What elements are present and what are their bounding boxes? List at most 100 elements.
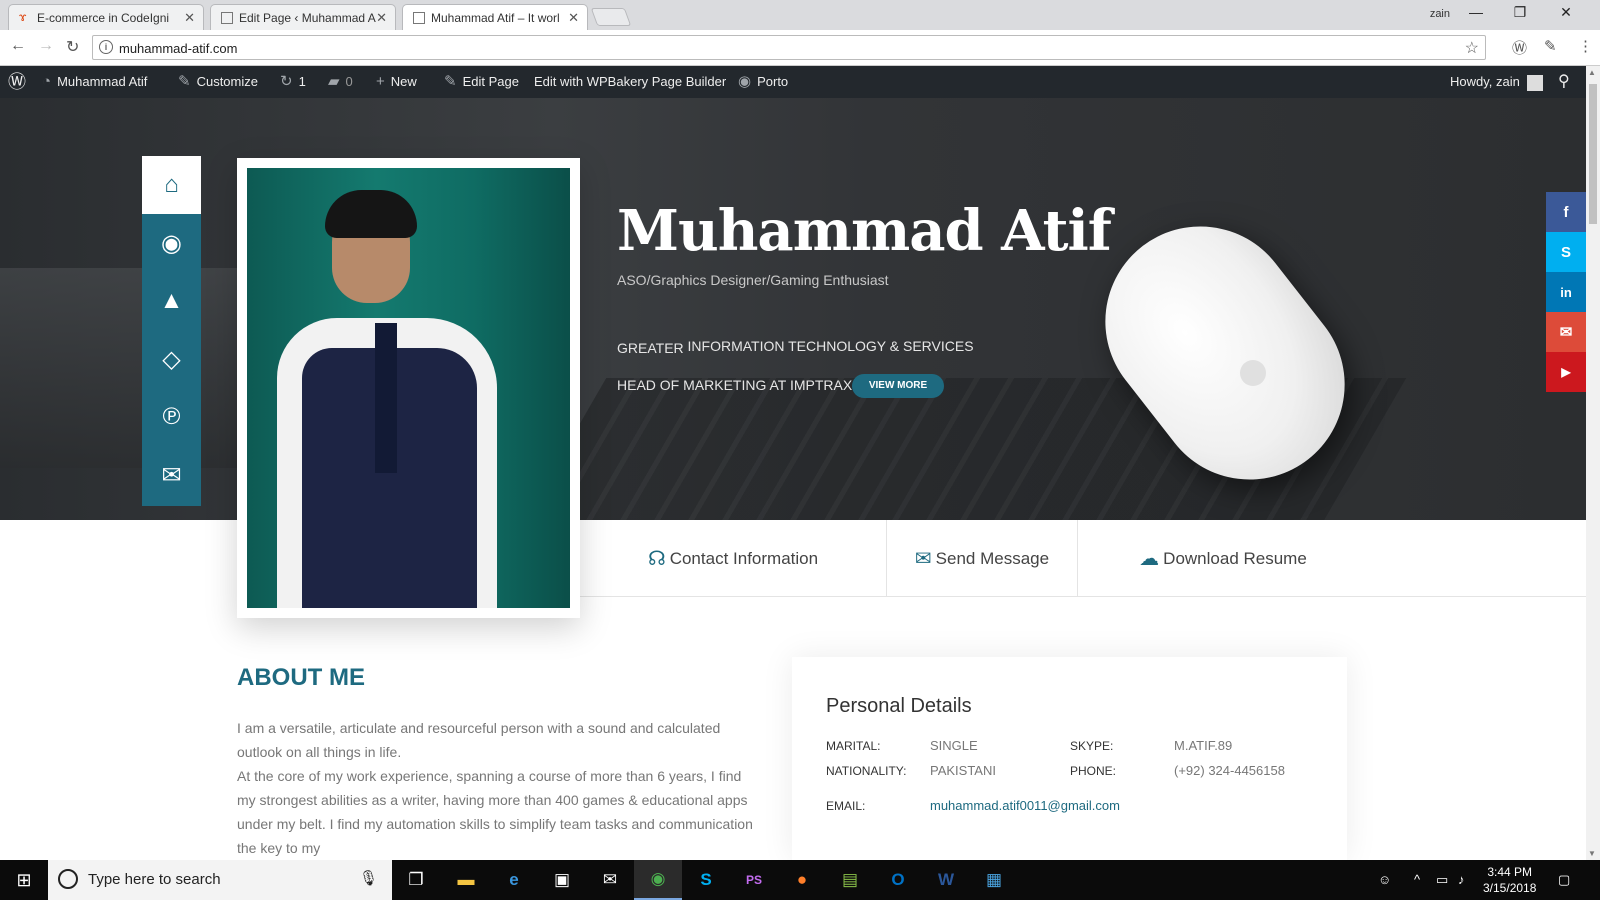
people-icon[interactable]: ☺ xyxy=(1378,872,1391,887)
pinterest-icon[interactable]: ℗ xyxy=(142,388,201,446)
file-explorer-icon[interactable]: ▬ xyxy=(442,860,490,900)
facebook-icon[interactable]: f xyxy=(1546,192,1586,232)
marital-value: SINGLE xyxy=(930,738,978,753)
close-tab-icon[interactable]: ✕ xyxy=(568,10,579,26)
pencil-icon: ✎ xyxy=(444,73,457,90)
task-view-icon[interactable]: ❐ xyxy=(392,860,440,900)
send-message-link[interactable]: ✉ Send Message xyxy=(887,520,1077,597)
phpstorm-icon[interactable]: PS xyxy=(730,860,778,900)
new-tab-button[interactable] xyxy=(590,8,632,26)
firefox-icon[interactable]: ● xyxy=(778,860,826,900)
taskbar-clock[interactable]: 3:44 PM 3/15/2018 xyxy=(1483,864,1536,896)
wordpress-logo-icon[interactable]: Ⓦ xyxy=(8,66,26,98)
browser-tab-active[interactable]: Muhammad Atif – It worl ✕ xyxy=(402,4,588,30)
home-icon[interactable]: ⌂ xyxy=(142,156,201,214)
marital-label: MARITAL: xyxy=(826,739,881,753)
site-name-link[interactable]: ◔ Muhammad Atif xyxy=(42,66,147,98)
outlook-icon[interactable]: O xyxy=(874,860,922,900)
linkedin-icon[interactable]: in xyxy=(1546,272,1586,312)
hero-subtitle: ASO/Graphics Designer/Gaming Enthusiast xyxy=(617,272,889,288)
cloud-download-icon: ☁ xyxy=(1139,548,1160,570)
youtube-icon[interactable]: ▶ xyxy=(1546,352,1586,392)
photo-tie xyxy=(375,323,397,473)
word-icon[interactable]: W xyxy=(922,860,970,900)
my-account-link[interactable]: Howdy, zain xyxy=(1450,66,1544,98)
scroll-up-icon[interactable]: ▲ xyxy=(1588,68,1596,77)
taskbar-search-box[interactable]: Type here to search 🎙 xyxy=(48,860,392,900)
microphone-icon[interactable]: 🎙 xyxy=(359,869,378,887)
customize-link[interactable]: ✎ Customize xyxy=(178,66,258,98)
new-label: New xyxy=(390,74,417,89)
updates-link[interactable]: ↻ 1 xyxy=(280,66,306,98)
hero-role: HEAD OF MARKETING AT IMPTRAX xyxy=(617,377,853,393)
menu-icon[interactable]: ⋮ xyxy=(1578,37,1593,55)
forward-icon[interactable]: → xyxy=(38,37,54,55)
store-icon[interactable]: ▣ xyxy=(538,860,586,900)
email-label: EMAIL: xyxy=(826,799,866,813)
about-paragraph: At the core of my work experience, spann… xyxy=(237,768,753,856)
page-scrollbar[interactable]: ▲ ▼ xyxy=(1586,66,1600,860)
graduation-cap-icon[interactable]: ▲ xyxy=(142,272,201,330)
chrome-icon[interactable]: ◉ xyxy=(634,860,682,900)
download-resume-label: Download Resume xyxy=(1163,548,1307,568)
skype-value: M.ATIF.89 xyxy=(1174,738,1233,753)
edge-icon[interactable]: e xyxy=(490,860,538,900)
minimize-icon[interactable]: — xyxy=(1456,4,1496,20)
browser-tab[interactable]: Edit Page ‹ Muhammad A ✕ xyxy=(210,4,396,30)
eyedropper-extension-icon[interactable]: ✎ xyxy=(1544,37,1557,55)
close-tab-icon[interactable]: ✕ xyxy=(376,10,387,26)
show-hidden-icons-icon[interactable]: ^ xyxy=(1414,872,1420,887)
search-icon[interactable]: ⚲ xyxy=(1558,66,1570,98)
eye-icon[interactable]: ◉ xyxy=(142,214,201,272)
wpbakery-link[interactable]: Edit with WPBakery Page Builder xyxy=(534,66,726,98)
envelope-open-icon[interactable]: ✉ xyxy=(142,446,201,504)
bookmark-star-icon[interactable]: ☆ xyxy=(1465,38,1479,58)
comments-link[interactable]: ▰ 0 xyxy=(328,66,353,98)
action-center-icon[interactable]: ▢ xyxy=(1558,872,1570,888)
new-content-link[interactable]: + New xyxy=(376,66,417,98)
remote-desktop-icon[interactable]: ▦ xyxy=(970,860,1018,900)
email-icon[interactable]: ✉ xyxy=(1546,312,1586,352)
window-user-label[interactable]: zain xyxy=(1430,8,1450,20)
view-more-button[interactable]: VIEW MORE xyxy=(852,374,944,398)
porto-theme-icon: ◉ xyxy=(738,73,752,90)
howdy-label: Howdy, zain xyxy=(1450,74,1520,89)
contact-information-link[interactable]: ☊ Contact Information xyxy=(580,520,886,597)
close-tab-icon[interactable]: ✕ xyxy=(184,10,195,26)
site-name: Muhammad Atif xyxy=(57,74,148,89)
browser-tab[interactable]: ɤ E-commerce in CodeIgni ✕ xyxy=(8,4,204,30)
notepad-plus-icon[interactable]: ▤ xyxy=(826,860,874,900)
skype-icon[interactable]: S xyxy=(1546,232,1586,272)
scroll-down-icon[interactable]: ▼ xyxy=(1588,849,1596,858)
url-text[interactable]: muhammad-atif.com xyxy=(119,41,237,56)
codeigniter-icon: ɤ xyxy=(19,10,27,24)
headphones-icon: ☊ xyxy=(647,548,666,570)
address-bar[interactable]: i muhammad-atif.com ☆ xyxy=(92,35,1486,60)
browser-tab-strip: ɤ E-commerce in CodeIgni ✕ Edit Page ‹ M… xyxy=(0,0,1600,30)
mail-icon[interactable]: ✉ xyxy=(586,860,634,900)
network-icon[interactable]: ▭ xyxy=(1436,872,1448,888)
search-placeholder: Type here to search xyxy=(88,871,221,888)
edit-page-link[interactable]: ✎ Edit Page xyxy=(444,66,519,98)
apple-logo-icon xyxy=(1240,360,1266,386)
wordpress-extension-icon[interactable]: Ⓦ xyxy=(1512,37,1527,58)
skype-taskbar-icon[interactable]: S xyxy=(682,860,730,900)
skype-label: SKYPE: xyxy=(1070,739,1114,753)
comment-icon: ▰ xyxy=(328,73,340,90)
diamond-icon[interactable]: ◇ xyxy=(142,330,201,388)
info-icon[interactable]: i xyxy=(99,40,113,54)
nationality-label: NATIONALITY: xyxy=(826,764,907,778)
email-value[interactable]: muhammad.atif0011@gmail.com xyxy=(930,798,1120,813)
back-icon[interactable]: ← xyxy=(10,37,26,55)
theme-link[interactable]: ◉ Porto xyxy=(738,66,788,98)
download-resume-link[interactable]: ☁ Download Resume xyxy=(1078,520,1368,597)
close-window-icon[interactable]: ✕ xyxy=(1546,4,1586,21)
volume-icon[interactable]: ♪ xyxy=(1458,872,1465,887)
brush-icon: ✎ xyxy=(178,73,191,90)
scrollbar-thumb[interactable] xyxy=(1589,84,1597,224)
dashboard-icon: ◔ xyxy=(42,73,52,90)
reload-icon[interactable]: ↻ xyxy=(66,37,79,57)
windows-start-icon[interactable]: ⊞ xyxy=(0,860,48,900)
restore-icon[interactable]: ❐ xyxy=(1500,4,1540,21)
edit-page-label: Edit Page xyxy=(462,74,519,89)
